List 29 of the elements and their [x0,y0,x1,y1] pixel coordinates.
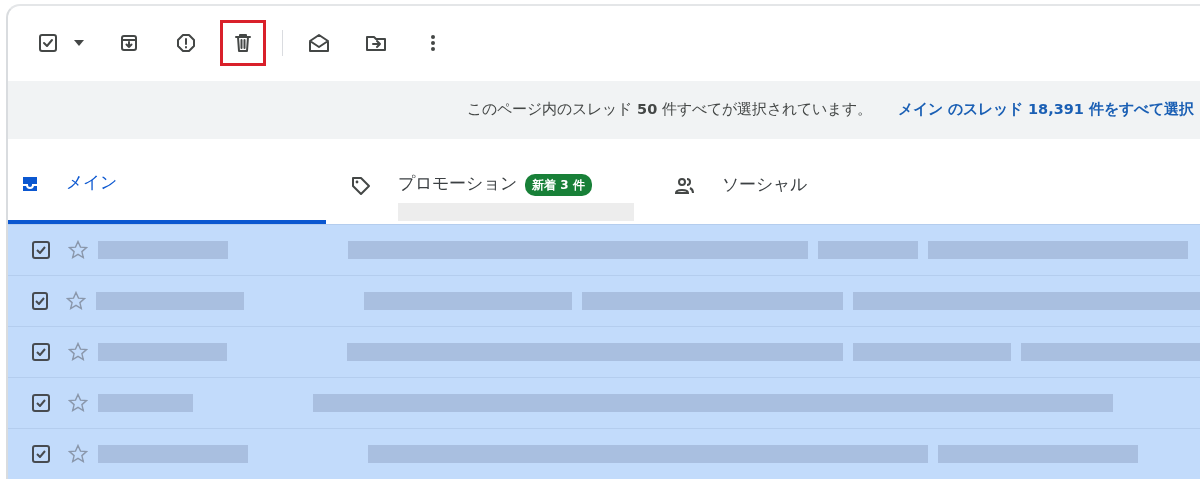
envelope-icon [308,33,330,54]
star-icon[interactable] [68,392,88,413]
row-checkbox[interactable] [32,291,49,310]
trash-icon [234,33,252,54]
row-checkbox[interactable] [32,240,50,259]
more-icon [430,33,436,54]
select-all-link[interactable]: メイン のスレッド 18,391 件をすべて選択 [897,99,1194,121]
category-tab[interactable]: プロモーション 新着 3 件 [326,147,644,224]
category-tab[interactable]: ソーシャル [644,147,962,224]
warning-icon [176,33,196,54]
star-icon[interactable] [66,290,87,311]
star-icon[interactable] [67,341,88,362]
star-icon[interactable] [68,443,88,464]
tag-icon [350,174,372,197]
checkmark-icon [35,296,46,305]
archive-icon [119,33,139,54]
row-checkbox[interactable] [32,444,50,463]
row-checkbox[interactable] [32,342,50,361]
people-icon [674,175,696,196]
selection-message: このページ内のスレッド 50 件すべてが選択されています。 [467,100,872,120]
checkmark-icon [35,347,46,356]
folder-arrow-icon [365,33,387,54]
row-checkbox[interactable] [32,393,50,412]
checkmark-icon [36,398,46,407]
new-count-badge: 新着 3 件 [525,173,592,196]
delete-button[interactable] [223,23,263,64]
checkmark-icon [36,449,46,458]
checkmark-icon [36,245,46,254]
star-icon[interactable] [68,239,88,260]
